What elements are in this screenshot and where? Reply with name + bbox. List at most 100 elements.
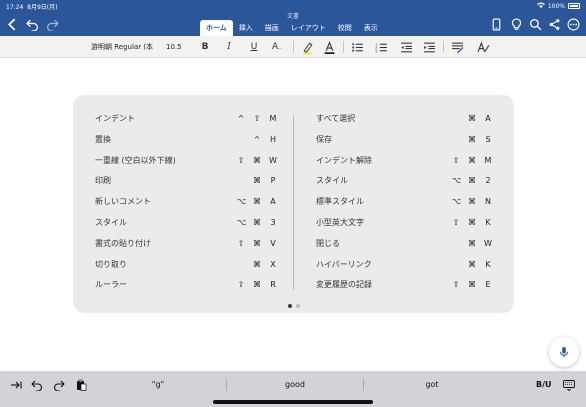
shortcut-row: 切り取り ⌘ X xyxy=(95,259,277,280)
shortcut-row: インデント解除 ⇧ ⌘ M xyxy=(316,155,492,176)
shortcut-key: A xyxy=(270,197,276,207)
shortcut-label: スタイル xyxy=(95,217,127,227)
undo-icon[interactable] xyxy=(24,16,40,32)
command-key-icon: ⌘ xyxy=(253,238,261,248)
svg-text:3: 3 xyxy=(375,48,378,53)
styles-icon[interactable] xyxy=(476,40,490,54)
command-key-icon: ⌘ xyxy=(468,259,476,269)
shortcut-row: 新しいコメント ⌥ ⌘ A xyxy=(95,196,277,217)
shift-key-icon: ⇧ xyxy=(452,155,460,165)
ribbon-tabs: ホーム 挿入 描画 レイアウト 校閲 表示 xyxy=(200,20,384,36)
tablet-view-icon[interactable] xyxy=(488,16,504,32)
tab-home[interactable]: ホーム xyxy=(200,20,233,36)
command-key-icon: ⌘ xyxy=(253,259,261,269)
shortcut-key: N xyxy=(485,197,491,207)
bullets-icon[interactable] xyxy=(350,40,364,54)
increase-indent-icon[interactable] xyxy=(422,40,436,54)
share-icon[interactable] xyxy=(546,16,562,32)
font-color-button[interactable] xyxy=(322,40,336,54)
option-key-icon: ⌥ xyxy=(452,176,462,186)
page-dot-1[interactable] xyxy=(287,304,292,308)
shortcut-key: P xyxy=(270,176,276,186)
numbering-icon[interactable]: 123 xyxy=(374,40,388,54)
command-key-icon: ⌘ xyxy=(468,155,476,165)
shortcut-label: 変更履歴の記録 xyxy=(316,280,372,290)
suggestion-3[interactable]: got xyxy=(364,378,500,392)
shortcut-label: すべて選択 xyxy=(316,114,356,123)
font-size-field[interactable]: 10.5 xyxy=(166,40,186,54)
lightbulb-icon[interactable] xyxy=(508,16,524,32)
suggestion-2[interactable]: good xyxy=(227,378,363,392)
command-key-icon: ⌘ xyxy=(468,134,476,144)
tab-insert[interactable]: 挿入 xyxy=(233,20,259,36)
undo-icon[interactable] xyxy=(30,378,44,392)
command-key-icon: ⌘ xyxy=(468,238,476,248)
search-icon[interactable] xyxy=(527,16,543,32)
dictate-button[interactable] xyxy=(549,337,579,367)
paste-icon[interactable] xyxy=(74,378,88,392)
tab-layout[interactable]: レイアウト xyxy=(285,20,332,36)
format-biu-button[interactable]: B/U xyxy=(536,378,552,392)
shortcut-key: M xyxy=(484,155,492,165)
shortcut-key: K xyxy=(485,259,491,269)
shift-key-icon: ⇧ xyxy=(253,114,261,123)
ribbon-toolbar: 游明朝 Regular (本 10.5 B I U A.. 123 xyxy=(0,36,586,58)
shortcut-key: K xyxy=(485,217,491,227)
shortcut-row: 置換 ^ H xyxy=(95,134,277,155)
tab-view[interactable]: 表示 xyxy=(358,20,384,36)
shift-key-icon: ⇧ xyxy=(452,217,460,227)
shortcut-label: 小型英大文字 xyxy=(316,217,364,227)
status-time: 17:24 xyxy=(6,4,24,11)
ribbon-divider xyxy=(443,41,444,53)
shortcut-key: W xyxy=(484,238,492,248)
status-right: 100% xyxy=(536,2,580,10)
wifi-icon xyxy=(536,2,545,10)
shortcut-label: 切り取り xyxy=(95,259,127,269)
redo-icon[interactable] xyxy=(52,378,66,392)
shortcut-label: 新しいコメント xyxy=(95,197,151,207)
tab-draw[interactable]: 描画 xyxy=(259,20,285,36)
keyboard-dismiss-icon[interactable] xyxy=(562,378,576,392)
more-icon[interactable] xyxy=(565,16,581,32)
bold-button[interactable]: B xyxy=(198,40,212,54)
command-key-icon: ⌘ xyxy=(253,280,261,290)
suggestion-1[interactable]: "g" xyxy=(90,378,226,392)
app-header: 17:24 8月9日(月) 100% 文書 ホーム 挿入 描画 レイアウト 校閲… xyxy=(0,0,586,36)
shortcut-label: インデント解除 xyxy=(316,155,372,165)
status-date: 8月9日(月) xyxy=(27,4,58,11)
option-key-icon: ⌥ xyxy=(237,197,247,207)
option-key-icon: ⌥ xyxy=(452,197,462,207)
shift-key-icon: ⇧ xyxy=(237,238,245,248)
shortcut-label: 閉じる xyxy=(316,238,340,248)
redo-icon[interactable] xyxy=(44,16,60,32)
page-dot-2[interactable] xyxy=(295,304,300,308)
shortcut-key: V xyxy=(270,238,276,248)
shortcut-row: ルーラー ⇧ ⌘ R xyxy=(95,279,277,300)
shortcut-row: ハイパーリンク ⌘ K xyxy=(316,259,492,280)
shortcuts-right-column: すべて選択 ⌘ A 保存 ⌘ S インデント解除 ⇧ ⌘ M スタイル ⌥ ⌘ 2 標準スタイル ⌥ ⌘… xyxy=(316,113,492,300)
font-name-field[interactable]: 游明朝 Regular (本 xyxy=(91,40,161,54)
shortcut-key: S xyxy=(485,134,491,144)
tab-icon[interactable] xyxy=(9,378,23,392)
shortcut-key: H xyxy=(269,134,276,144)
ribbon-divider xyxy=(343,41,344,53)
paragraph-styles-icon[interactable] xyxy=(450,40,464,54)
back-icon[interactable] xyxy=(4,16,20,32)
column-divider xyxy=(293,115,294,290)
highlighter-icon[interactable] xyxy=(300,40,314,54)
shift-key-icon: ⇧ xyxy=(237,155,245,165)
italic-button[interactable]: I xyxy=(222,40,236,54)
shortcut-label: 置換 xyxy=(95,134,111,144)
decrease-indent-icon[interactable] xyxy=(399,40,413,54)
home-indicator[interactable] xyxy=(213,400,373,404)
shortcut-label: 書式の貼り付け xyxy=(95,238,151,248)
tab-review[interactable]: 校閲 xyxy=(332,20,358,36)
page-indicator xyxy=(73,304,514,308)
shortcut-label: 印刷 xyxy=(95,176,111,186)
shortcut-label: 一重線 (空白以外下線) xyxy=(95,155,176,165)
text-effects-button[interactable]: A.. xyxy=(270,40,284,54)
shortcut-key: X xyxy=(270,259,276,269)
command-key-icon: ⌘ xyxy=(468,197,476,207)
shortcut-key: 2 xyxy=(485,176,491,186)
underline-button[interactable]: U xyxy=(247,40,261,54)
